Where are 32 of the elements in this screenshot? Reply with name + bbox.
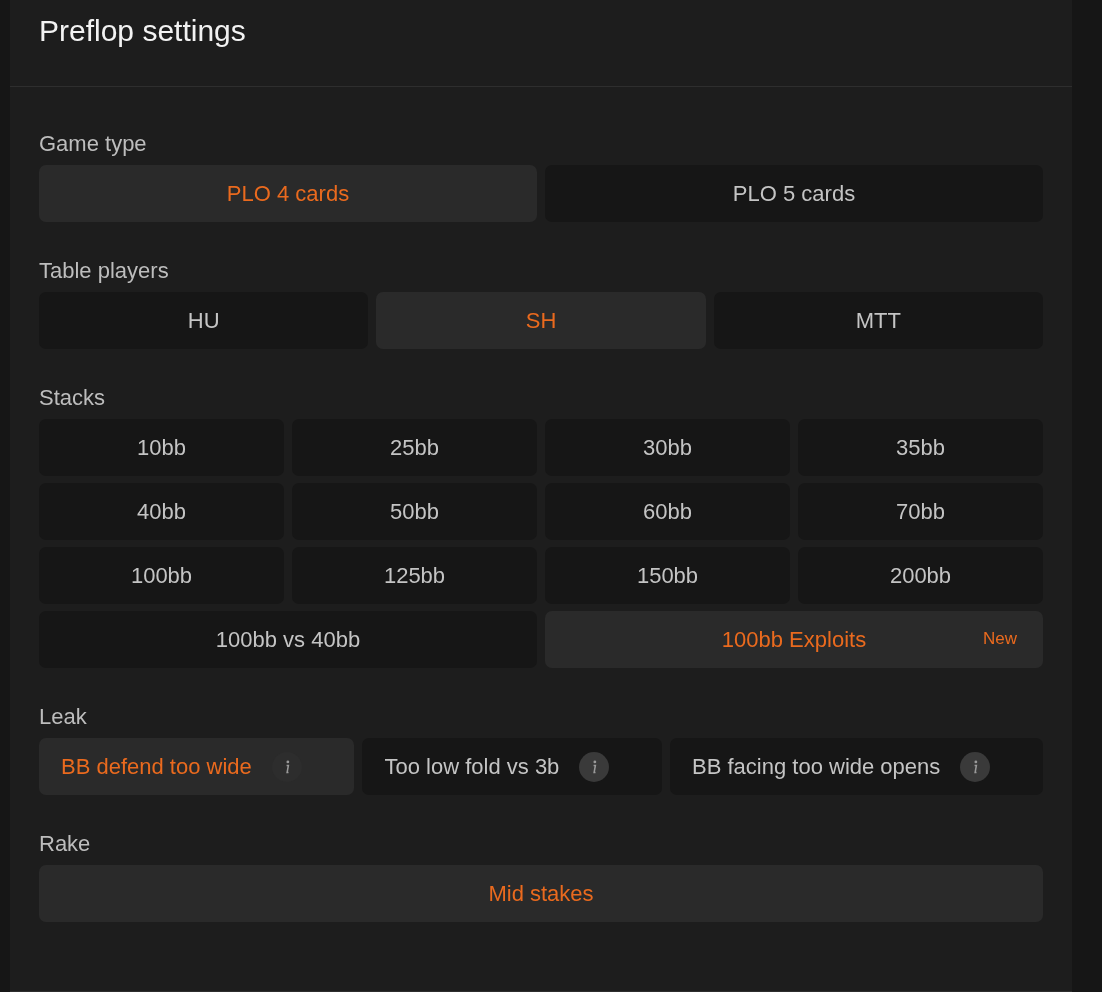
stack-option[interactable]: 200bb bbox=[798, 547, 1043, 604]
stack-option[interactable]: 10bb bbox=[39, 419, 284, 476]
section-label: Stacks bbox=[39, 385, 107, 411]
stack-option[interactable]: 100bb Exploits New bbox=[545, 611, 1043, 668]
section-label: Rake bbox=[39, 831, 92, 857]
game-type-option[interactable]: PLO 5 cards bbox=[545, 165, 1043, 222]
stack-option[interactable]: 60bb bbox=[545, 483, 790, 540]
stack-option[interactable]: 35bb bbox=[798, 419, 1043, 476]
stack-option[interactable]: 70bb bbox=[798, 483, 1043, 540]
stack-option[interactable]: 100bb vs 40bb bbox=[39, 611, 537, 668]
game-type-option[interactable]: PLO 4 cards bbox=[39, 165, 537, 222]
table-players-option[interactable]: SH bbox=[376, 292, 706, 349]
stack-option[interactable]: 100bb bbox=[39, 547, 284, 604]
table-players-option[interactable]: HU bbox=[39, 292, 369, 349]
section-label: Leak bbox=[39, 704, 88, 730]
panel-title: Preflop settings bbox=[39, 14, 247, 48]
stack-option[interactable]: 125bb bbox=[292, 547, 537, 604]
section-label: Table players bbox=[39, 258, 170, 284]
stack-option[interactable]: 150bb bbox=[545, 547, 790, 604]
leak-option[interactable]: BB facing too wide opens bbox=[670, 738, 1043, 795]
stack-option[interactable]: 40bb bbox=[39, 483, 284, 540]
stack-option[interactable]: 30bb bbox=[545, 419, 790, 476]
section-label: Game type bbox=[39, 131, 148, 157]
new-label: New bbox=[983, 629, 1017, 649]
rake-option[interactable]: Mid stakes bbox=[39, 865, 1043, 922]
leak-option[interactable]: BB defend too wide bbox=[39, 738, 355, 795]
stack-option[interactable]: 25bb bbox=[292, 419, 537, 476]
table-players-option[interactable]: MTT bbox=[713, 292, 1043, 349]
info-icon[interactable] bbox=[579, 751, 610, 782]
stack-option[interactable]: 50bb bbox=[292, 483, 537, 540]
info-icon[interactable] bbox=[960, 751, 991, 782]
leak-option[interactable]: Too low fold vs 3b bbox=[362, 738, 663, 795]
